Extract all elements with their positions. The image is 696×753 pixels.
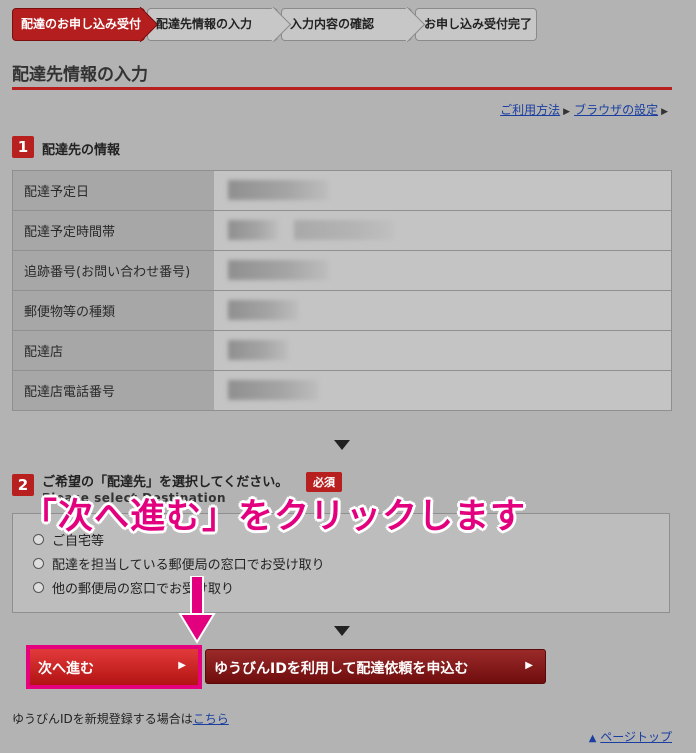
help-links: ご利用方法 ▶ ブラウザの設定 ▶ <box>500 101 672 118</box>
triangle-right-icon: ▶ <box>525 660 533 671</box>
step-confirm: 入力内容の確認 <box>281 6 426 43</box>
down-arrow-icon <box>334 440 350 450</box>
step-application-received: 配達のお申し込み受付 <box>12 6 159 43</box>
table-row: 配達店 <box>12 330 672 371</box>
triangle-right-icon: ▶ <box>563 107 571 117</box>
option-delivery-office-counter[interactable]: 配達を担当している郵便局の窓口でお受け取り <box>33 554 325 573</box>
destination-info-table: 配達予定日 配達予定時間帯 追跡番号(お問い合わせ番号) 郵便物等の種類 配達店… <box>12 170 672 411</box>
triangle-up-icon: ▲ <box>588 733 597 744</box>
register-link[interactable]: こちら <box>193 712 229 726</box>
register-note-text: ゆうびんIDを新規登録する場合は <box>12 712 193 726</box>
yupin-id-apply-button[interactable]: ゆうびんIDを利用して配達依頼を申込む ▶ <box>205 649 546 684</box>
step-label: 配達のお申し込み受付 <box>21 17 142 31</box>
row-label: 配達予定時間帯 <box>12 210 214 251</box>
register-note: ゆうびんIDを新規登録する場合はこちら <box>12 710 229 727</box>
row-label: 追跡番号(お問い合わせ番号) <box>12 250 214 291</box>
page-top: ▲ ページトップ <box>589 728 672 745</box>
row-label: 郵便物等の種類 <box>12 290 214 331</box>
step-label: お申し込み受付完了 <box>424 17 533 31</box>
next-button-label: 次へ進む <box>38 661 94 677</box>
page-top-link[interactable]: ページトップ <box>600 730 672 744</box>
section-number: 1 <box>12 136 34 158</box>
radio-button[interactable] <box>33 582 44 593</box>
down-arrow-icon <box>334 626 350 636</box>
row-label: 配達店電話番号 <box>12 370 214 411</box>
row-value-redacted <box>214 210 672 251</box>
row-label: 配達店 <box>12 330 214 371</box>
step-enter-destination: 配達先情報の入力 <box>147 6 292 43</box>
pointer-arrow-icon <box>178 576 216 644</box>
step-label: 入力内容の確認 <box>290 17 375 31</box>
table-row: 配達予定日 <box>12 170 672 211</box>
table-row: 配達予定時間帯 <box>12 210 672 251</box>
triangle-right-icon: ▶ <box>178 660 186 671</box>
section-title: 配達先の情報 <box>42 143 121 158</box>
step-label: 配達先情報の入力 <box>156 17 253 31</box>
title-divider <box>12 87 672 90</box>
row-value-redacted <box>214 170 672 211</box>
browser-settings-link[interactable]: ブラウザの設定 <box>574 103 658 117</box>
usage-link[interactable]: ご利用方法 <box>500 103 560 117</box>
row-value-redacted <box>214 330 672 371</box>
table-row: 配達店電話番号 <box>12 370 672 411</box>
table-row: 追跡番号(お問い合わせ番号) <box>12 250 672 291</box>
option-label: 配達を担当している郵便局の窓口でお受け取り <box>52 558 325 573</box>
row-value-redacted <box>214 370 672 411</box>
next-button[interactable]: 次へ進む ▶ <box>26 645 202 689</box>
row-value-redacted <box>214 250 672 291</box>
row-label: 配達予定日 <box>12 170 214 211</box>
row-value-redacted <box>214 290 672 331</box>
step-complete: お申し込み受付完了 <box>415 8 537 41</box>
triangle-right-icon: ▶ <box>661 107 668 117</box>
radio-button[interactable] <box>33 558 44 569</box>
page-title: 配達先情報の入力 <box>12 65 148 85</box>
instruction-overlay: 「次へ進む」をクリックします <box>22 497 527 537</box>
table-row: 郵便物等の種類 <box>12 290 672 331</box>
yupin-button-label: ゆうびんIDを利用して配達依頼を申込む <box>214 661 469 677</box>
